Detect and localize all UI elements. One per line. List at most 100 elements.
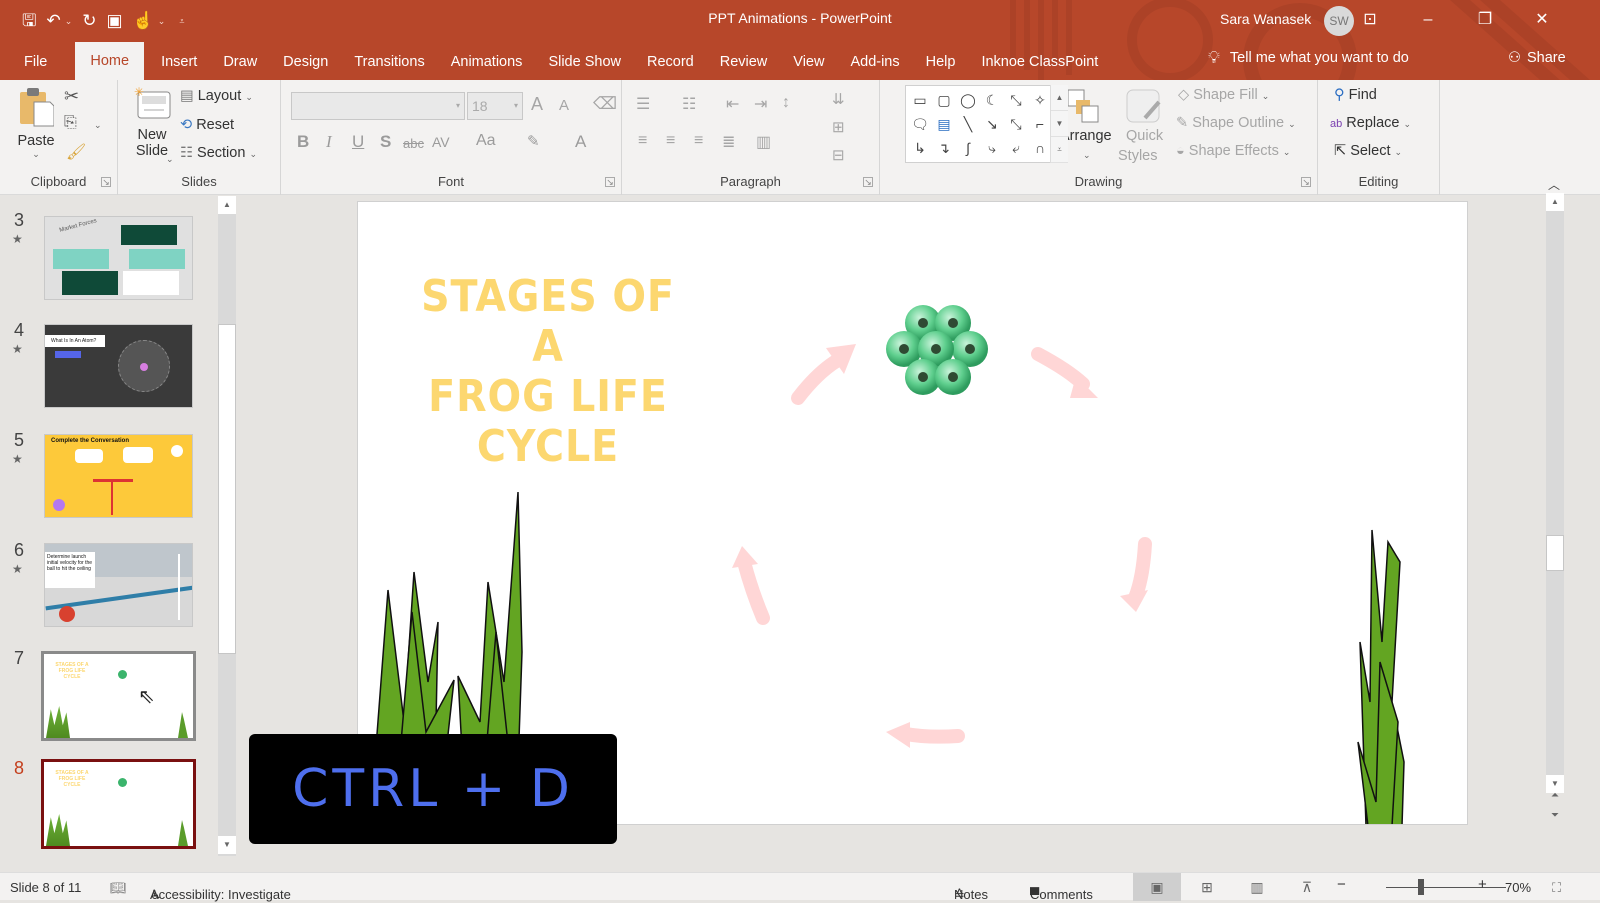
quick-styles-label-2[interactable]: Styles (1118, 148, 1158, 164)
redo-icon[interactable]: ↻ (82, 8, 96, 34)
moon-shape-icon[interactable]: ☾ (980, 88, 1004, 112)
line-shape-icon[interactable]: ╲ (956, 112, 980, 136)
align-text-icon[interactable]: ⊞ (832, 118, 845, 136)
tab-view[interactable]: View (780, 44, 837, 80)
text-direction-icon[interactable]: ⇊ (832, 90, 845, 108)
tab-draw[interactable]: Draw (210, 44, 270, 80)
tell-me-search[interactable]: 💡︎ Tell me what you want to do (1208, 48, 1409, 68)
slide-thumbnail-8[interactable]: STAGES OF A FROG LIFE CYCLE (41, 759, 196, 849)
align-center-icon[interactable]: ≡ (666, 132, 675, 150)
scrollbar-thumb[interactable] (1546, 535, 1564, 571)
highlight-color-icon[interactable]: ✎ (527, 132, 540, 150)
slide-thumbnail-6[interactable]: Determine launch initial velocity for th… (44, 543, 193, 627)
font-size-dropdown-icon[interactable]: ▾ (514, 101, 518, 110)
restore-button[interactable]: ❐ (1462, 4, 1508, 36)
zoom-out-button[interactable]: − (1337, 876, 1346, 893)
font-size-field[interactable]: 18 ▾ (467, 92, 523, 120)
fit-to-window-icon[interactable]: ⛶ (1552, 880, 1561, 896)
user-name[interactable]: Sara Wanasek (1220, 11, 1311, 27)
decrease-indent-icon[interactable]: ⇤ (726, 94, 739, 114)
slide-thumbnail-7[interactable]: STAGES OF A FROG LIFE CYCLE ⇖ (41, 651, 196, 741)
cut-icon[interactable]: ✂ (64, 86, 79, 107)
columns-icon[interactable]: ▥ (756, 132, 771, 152)
tab-add-ins[interactable]: Add-ins (837, 44, 912, 80)
drawing-launcher-icon[interactable]: ↘ (1301, 177, 1311, 187)
star-shape-icon[interactable]: ✧ (1028, 88, 1052, 112)
slide-scrollbar[interactable]: ▲ ▼ (1546, 193, 1564, 793)
tab-record[interactable]: Record (634, 44, 707, 80)
bold-button[interactable]: B (297, 132, 309, 152)
font-launcher-icon[interactable]: ↘ (605, 177, 615, 187)
clear-formatting-icon[interactable]: ⌫ (593, 94, 617, 114)
share-button[interactable]: ⚇ Share (1508, 50, 1566, 66)
find-button[interactable]: ⚲ Find (1334, 87, 1377, 103)
frog-eggs-cluster[interactable] (886, 305, 988, 395)
elbow-connector-icon[interactable]: ⌐ (1028, 112, 1052, 136)
slide-thumbnail-4[interactable]: What Is In An Atom? (44, 324, 193, 408)
change-case-button[interactable]: Aa (476, 132, 496, 150)
decrease-font-size-icon[interactable]: A (559, 97, 569, 114)
undo-icon[interactable]: ↶ (46, 8, 60, 34)
select-button[interactable]: ⇱ Select ⌄ (1334, 143, 1402, 159)
increase-indent-icon[interactable]: ⇥ (754, 94, 767, 114)
save-icon[interactable]: 🖫 (22, 8, 36, 34)
touch-mode-icon[interactable]: ☝ (133, 8, 154, 34)
zoom-slider-track[interactable] (1386, 887, 1506, 888)
tab-animations[interactable]: Animations (438, 44, 536, 80)
customize-qat-icon[interactable]: ⩡ (179, 16, 184, 27)
elbow-arrow-connector-icon[interactable]: ↳ (908, 136, 932, 160)
gallery-down-icon[interactable]: ▼ (1051, 111, 1068, 137)
new-slide-dropdown-icon[interactable]: ⌄ (166, 154, 174, 165)
reset-button[interactable]: ⟲ Reset (180, 117, 234, 133)
text-box-shape-icon[interactable]: ▤ (932, 112, 956, 136)
gallery-up-icon[interactable]: ▲ (1051, 85, 1068, 111)
zoom-level[interactable]: 70% (1505, 880, 1531, 895)
normal-view-button[interactable]: ▣ (1133, 873, 1181, 901)
line-spacing-icon[interactable]: ↕ (782, 94, 790, 112)
italic-button[interactable]: I (326, 132, 332, 152)
reading-view-button[interactable]: ▥ (1233, 873, 1281, 901)
minimize-button[interactable]: – (1405, 4, 1451, 36)
shape-fill-button[interactable]: ◇ Shape Fill ⌄ (1178, 87, 1269, 103)
present-from-beginning-icon[interactable]: ▣ (107, 8, 123, 34)
tab-help[interactable]: Help (913, 44, 969, 80)
grass-right[interactable] (1357, 529, 1405, 825)
tab-insert[interactable]: Insert (148, 44, 210, 80)
arrow-right[interactable] (1128, 537, 1152, 605)
curved-double-arrow-icon[interactable]: ⤶ (1004, 136, 1028, 160)
increase-font-size-icon[interactable]: A (531, 94, 543, 115)
format-painter-icon[interactable]: 🖌︎ (66, 142, 86, 162)
slide-thumbnail-3[interactable]: Market Forces (44, 216, 193, 300)
font-name-dropdown-icon[interactable]: ▾ (456, 101, 460, 110)
zoom-in-button[interactable]: + (1478, 876, 1487, 893)
curved-connector-icon[interactable]: ∫ (956, 136, 980, 160)
elbow-double-arrow-icon[interactable]: ↴ (932, 136, 956, 160)
scroll-up-icon[interactable]: ▲ (218, 196, 236, 214)
quick-styles-label-1[interactable]: Quick (1126, 128, 1163, 144)
oval-shape-icon[interactable]: ◯ (956, 88, 980, 112)
font-name-field[interactable]: ▾ (291, 92, 465, 120)
double-arrow-line-icon-2[interactable]: ⤡ (1004, 112, 1028, 136)
curve-shape-icon[interactable]: ∩ (1028, 136, 1052, 160)
rectangle-shape-icon[interactable]: ▭ (908, 88, 932, 112)
arrow-bottom[interactable] (899, 727, 965, 744)
close-button[interactable]: ✕ (1519, 4, 1565, 36)
clipboard-launcher-icon[interactable]: ↘ (101, 177, 111, 187)
replace-button[interactable]: ab Replace ⌄ (1330, 115, 1411, 131)
spell-check-icon[interactable]: 📖︎ (110, 880, 127, 896)
rounded-rectangle-shape-icon[interactable]: ▢ (932, 88, 956, 112)
align-left-icon[interactable]: ≡ (638, 132, 647, 150)
tab-review[interactable]: Review (707, 44, 781, 80)
underline-button[interactable]: U (352, 132, 364, 152)
arrow-left[interactable] (737, 555, 770, 625)
bullets-icon[interactable]: ☰ (636, 94, 650, 114)
convert-to-smartart-icon[interactable]: ⊟ (832, 146, 845, 164)
shape-outline-button[interactable]: ✎ Shape Outline ⌄ (1176, 115, 1296, 131)
arrow-top-left[interactable] (791, 353, 845, 405)
touch-mode-dropdown-icon[interactable]: ⌄ (158, 16, 166, 27)
zoom-slider-thumb[interactable] (1418, 879, 1424, 895)
scrollbar-thumb[interactable] (218, 324, 236, 654)
tab-slide-show[interactable]: Slide Show (535, 44, 634, 80)
arrow-line-icon[interactable]: ↘ (980, 112, 1004, 136)
paste-button[interactable]: Paste ⌄ (16, 86, 56, 172)
